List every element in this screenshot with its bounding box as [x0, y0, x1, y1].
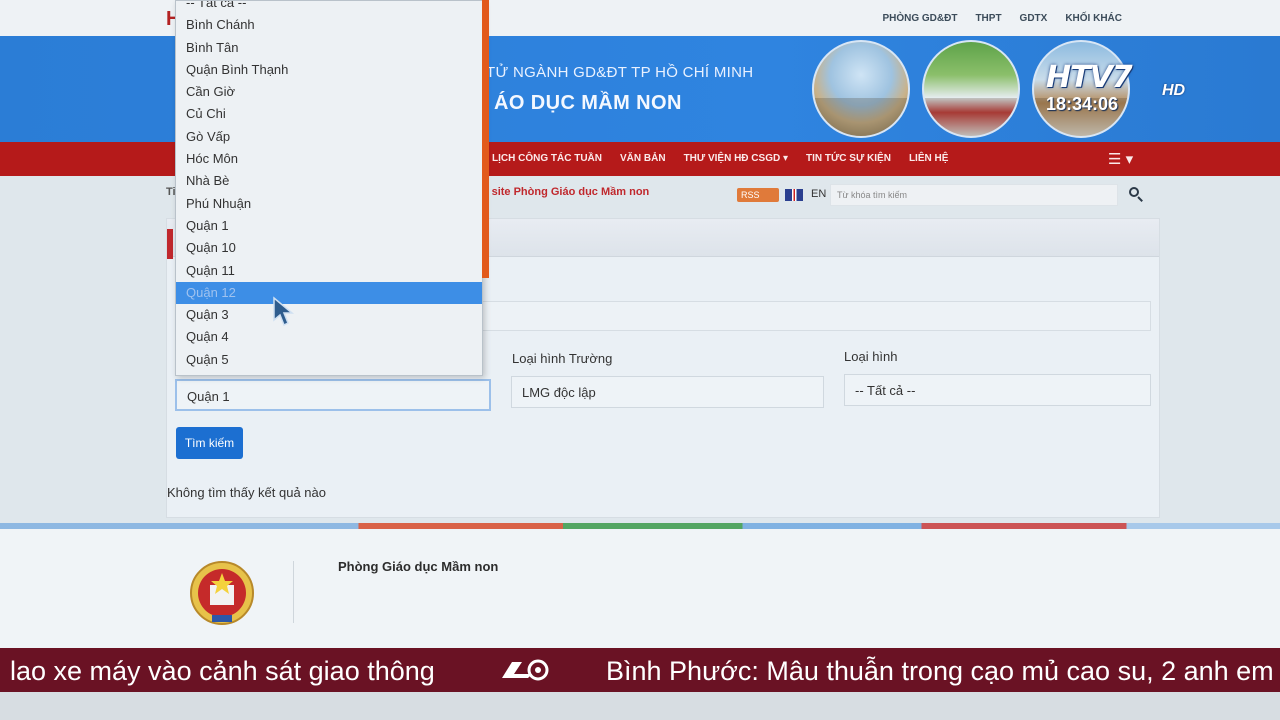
screen-bottom-edge [0, 692, 1280, 720]
ticker-channel-icon [502, 659, 549, 681]
education-emblem-icon [190, 561, 254, 625]
news-ticker: lao xe máy vào cảnh sát giao thông Bình … [0, 648, 1280, 692]
no-result-message: Không tìm thấy kết quả nào [167, 485, 326, 500]
type-label: Loại hình [844, 349, 898, 364]
top-links: PHÒNG GD&ĐT THPT GDTX KHỐI KHÁC [882, 13, 1122, 24]
dropdown-scrollbar[interactable] [482, 0, 489, 278]
dropdown-option-highlighted[interactable]: Quận 12 [176, 281, 482, 305]
nav-item-lien-he[interactable]: LIÊN HỆ [909, 153, 948, 164]
dropdown-option[interactable]: Phú Nhuận [176, 193, 482, 215]
dropdown-option[interactable]: Gò Vấp [176, 126, 482, 148]
district-dropdown-list: -- Tất cả -- Bình Chánh Bình Tân Quận Bì… [175, 0, 483, 376]
dropdown-option[interactable]: Nhà Bè [176, 170, 482, 192]
dropdown-option[interactable]: Quận Bình Thạnh [176, 59, 482, 81]
school-type-select[interactable]: LMG độc lập [511, 376, 824, 408]
school-type-label: Loại hình Trường [512, 351, 613, 366]
top-link-thpt[interactable]: THPT [975, 13, 1001, 24]
rss-button[interactable]: RSS [737, 188, 779, 202]
uk-flag-icon[interactable] [785, 189, 803, 201]
nav-item-lich-cong-tac[interactable]: LỊCH CÔNG TÁC TUẦN [492, 153, 602, 164]
panel-accent-bar [167, 229, 173, 259]
nav-item-van-ban[interactable]: VĂN BẢN [620, 153, 666, 164]
type-select-value: -- Tất cả -- [855, 383, 916, 398]
footer: Phòng Giáo dục Mầm non [0, 529, 1280, 650]
top-link-gdtx[interactable]: GDTX [1020, 13, 1048, 24]
top-link-khoi-khac[interactable]: KHỐI KHÁC [1065, 13, 1122, 24]
dropdown-option[interactable]: Quận 4 [176, 326, 482, 348]
dropdown-option[interactable]: Quận 1 [176, 215, 482, 237]
breadcrumb-current: site Phòng Giáo dục Mầm non [491, 186, 650, 198]
broadcast-clock: 18:34:06 [1046, 94, 1119, 114]
banner-photo-city-hall [812, 40, 910, 138]
nav-item-thu-vien[interactable]: THƯ VIỆN HĐ CSGD ▾ [684, 153, 788, 164]
district-select-value: Quận 1 [187, 389, 230, 404]
nav-items: LỊCH CÔNG TÁC TUẦN VĂN BẢN THƯ VIỆN HĐ C… [492, 153, 948, 164]
dropdown-option[interactable]: Bình Tân [176, 37, 482, 59]
hamburger-menu-icon[interactable]: ☰ ▾ [1108, 150, 1133, 168]
ticker-text-right: Bình Phước: Mâu thuẫn trong cạo mủ cao s… [606, 656, 1274, 686]
district-select[interactable]: Quận 1 [175, 379, 491, 411]
search-input[interactable]: Từ khóa tìm kiếm [830, 184, 1118, 206]
dropdown-option[interactable]: Quận 10 [176, 237, 482, 259]
dropdown-option[interactable]: Bình Chánh [176, 14, 482, 36]
dropdown-option[interactable]: Quận 5 [176, 349, 482, 371]
dropdown-option[interactable]: Quận 3 [176, 304, 482, 326]
banner-title: ÁO DỤC MẦM NON [494, 92, 682, 114]
dropdown-option[interactable]: Quận 11 [176, 260, 482, 282]
mouse-pointer-icon [273, 296, 295, 327]
webpage-screen: H PHÒNG GD&ĐT THPT GDTX KHỐI KHÁC TỬ NGÀ… [0, 0, 1280, 650]
ticker-text-left: lao xe máy vào cảnh sát giao thông [10, 656, 435, 686]
nav-item-tin-tuc[interactable]: TIN TỨC SỰ KIỆN [806, 153, 891, 164]
banner-subtitle: TỬ NGÀNH GD&ĐT TP HỒ CHÍ MINH [486, 64, 754, 81]
dropdown-option[interactable]: -- Tất cả -- [176, 1, 482, 14]
banner-photo-students [922, 40, 1020, 138]
footer-divider [293, 561, 294, 623]
tv-channel-overlay: HTV7 HD 18:34:06 [1046, 60, 1196, 120]
dropdown-option[interactable]: Củ Chi [176, 103, 482, 125]
search-icon[interactable] [1128, 186, 1144, 202]
rss-label: RSS [741, 190, 760, 200]
language-en-link[interactable]: EN [811, 188, 826, 200]
school-type-select-value: LMG độc lập [522, 385, 596, 400]
dropdown-option[interactable]: Hóc Môn [176, 148, 482, 170]
dropdown-option[interactable]: Cần Giờ [176, 81, 482, 103]
hd-badge: HD [1162, 82, 1186, 99]
type-select[interactable]: -- Tất cả -- [844, 374, 1151, 406]
search-button[interactable]: Tìm kiếm [176, 427, 243, 459]
footer-org-name: Phòng Giáo dục Mầm non [338, 559, 499, 574]
top-link-phong-gddt[interactable]: PHÒNG GD&ĐT [882, 13, 957, 24]
